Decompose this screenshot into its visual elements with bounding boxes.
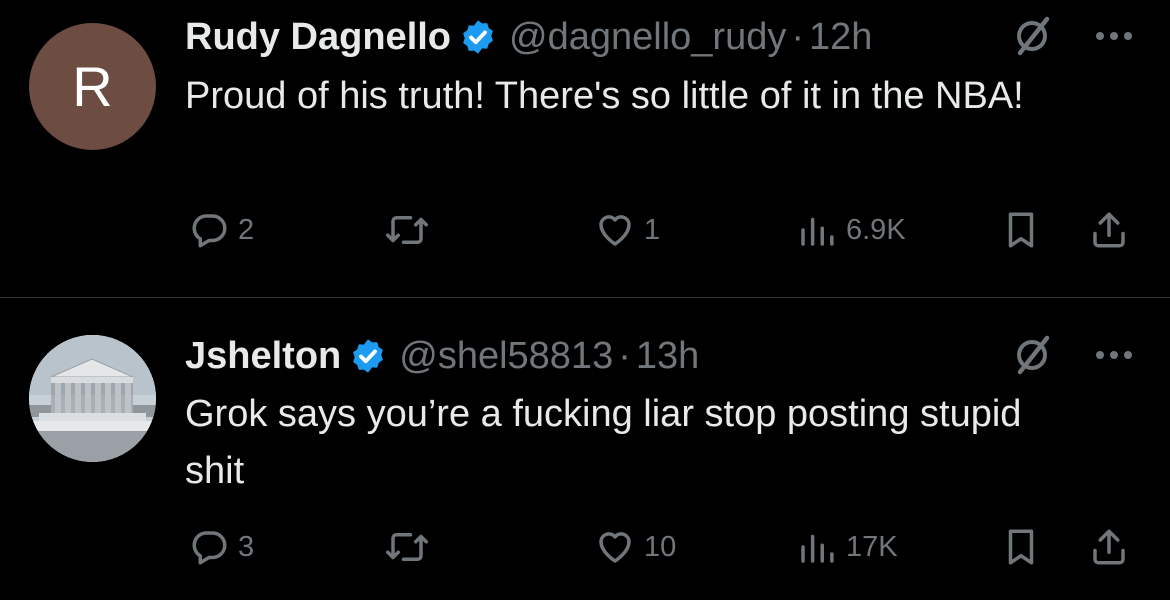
like-button[interactable]: 1	[594, 209, 660, 251]
tweet-header: Jshelton @shel58813 · 13h	[185, 333, 699, 379]
like-icon	[599, 215, 631, 246]
like-count: 1	[644, 213, 661, 246]
retweet-icon	[386, 533, 428, 561]
avatar[interactable]	[29, 335, 156, 462]
more-icon[interactable]	[1094, 30, 1134, 42]
reply-button[interactable]: 2	[188, 209, 254, 251]
tweet-text: Proud of his truth! There's so little of…	[185, 75, 1024, 117]
retweet-button[interactable]	[384, 526, 438, 568]
divider	[0, 297, 1170, 298]
grok-icon[interactable]	[1012, 16, 1052, 56]
bookmark-icon	[1008, 529, 1034, 565]
verified-badge-icon	[463, 20, 493, 54]
timestamp[interactable]: 12h	[809, 16, 872, 59]
grok-icon[interactable]	[1012, 335, 1052, 375]
view-count: 6.9K	[846, 213, 906, 246]
building-photo	[29, 335, 156, 462]
share-button[interactable]	[1088, 526, 1130, 568]
verified-badge-icon	[353, 339, 384, 373]
bookmark-button[interactable]	[1000, 526, 1042, 568]
bookmark-button[interactable]	[1000, 209, 1042, 251]
reply-count: 2	[238, 213, 255, 246]
reply-icon	[192, 531, 227, 565]
views-button[interactable]: 6.9K	[796, 209, 906, 251]
share-icon	[1093, 212, 1125, 248]
reply-icon	[192, 214, 227, 248]
share-button[interactable]	[1088, 209, 1130, 251]
separator-dot: ·	[791, 15, 805, 58]
tweet-header: Rudy Dagnello @dagnello_rudy · 12h	[185, 12, 872, 62]
reply-button[interactable]: 3	[188, 526, 254, 568]
display-name[interactable]: Jshelton	[185, 335, 341, 378]
avatar-letter: R	[72, 55, 113, 118]
views-icon	[801, 534, 834, 563]
like-icon	[599, 532, 631, 563]
like-count: 10	[644, 530, 677, 563]
timestamp[interactable]: 13h	[636, 335, 699, 378]
avatar[interactable]: R	[29, 23, 156, 150]
action-bar: 3 10 17K	[0, 526, 1170, 572]
views-icon	[801, 217, 834, 246]
separator-dot: ·	[618, 334, 631, 377]
share-icon	[1093, 529, 1125, 565]
views-button[interactable]: 17K	[796, 526, 898, 568]
like-button[interactable]: 10	[594, 526, 676, 568]
tweet[interactable]: R Rudy Dagnello @dagnello_rudy · 12h Pro…	[0, 0, 1170, 298]
tweet-text: Grok says you’re a fucking liar stop pos…	[185, 393, 1022, 492]
bookmark-icon	[1008, 212, 1034, 248]
handle[interactable]: @dagnello_rudy	[509, 16, 786, 59]
retweet-icon	[386, 216, 428, 244]
more-icon[interactable]	[1094, 349, 1134, 361]
view-count: 17K	[846, 530, 898, 563]
tweet[interactable]: Jshelton @shel58813 · 13h Grok says you’…	[0, 299, 1170, 600]
display-name[interactable]: Rudy Dagnello	[185, 16, 451, 59]
retweet-button[interactable]	[384, 209, 438, 251]
handle[interactable]: @shel58813	[399, 335, 613, 378]
reply-count: 3	[238, 530, 255, 563]
action-bar: 2 1 6.9K	[0, 209, 1170, 255]
